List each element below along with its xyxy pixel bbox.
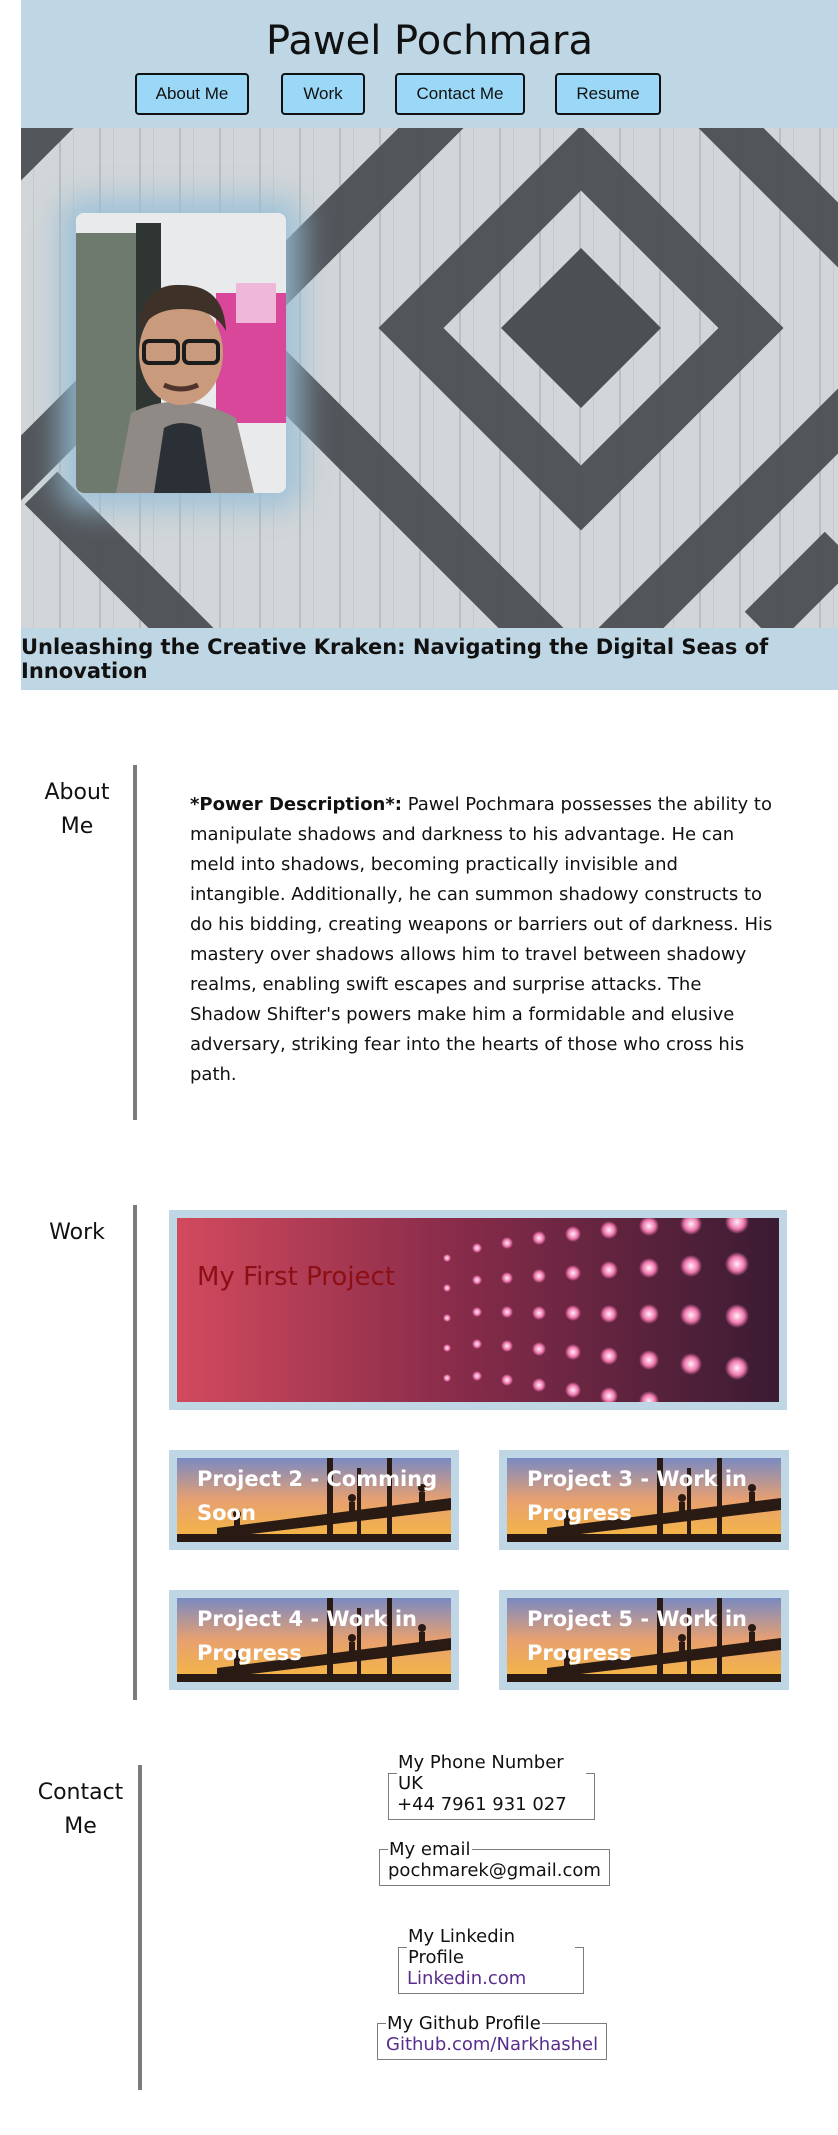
- about-heading-line2: Me: [60, 814, 94, 839]
- project-4-title: Project 4 - Work in Progress: [197, 1607, 417, 1665]
- phone-legend: My Phone Number UK: [398, 1752, 564, 1794]
- email-fieldset: My email pochmarek@gmail.com: [379, 1839, 610, 1886]
- phone-number: +44 7961 931 027: [397, 1794, 567, 1815]
- project-led-image: [177, 1218, 779, 1402]
- about-divider: [133, 765, 137, 1120]
- phone-fieldset: My Phone Number UK +44 7961 931 027: [388, 1752, 595, 1820]
- contact-divider: [138, 1765, 142, 2090]
- hero-banner: [21, 128, 838, 628]
- email-legend: My email: [389, 1839, 471, 1860]
- nav-resume-button[interactable]: Resume: [555, 73, 661, 115]
- nav-contact-button[interactable]: Contact Me: [395, 73, 525, 115]
- tagline: Unleashing the Creative Kraken: Navigati…: [21, 635, 769, 683]
- project-card-2[interactable]: Project 2 - Comming Soon: [169, 1450, 459, 1550]
- github-fieldset: My Github Profile Github.com/Narkhashel: [377, 2013, 608, 2060]
- project-card-main[interactable]: My First Project: [169, 1210, 787, 1410]
- github-link[interactable]: Github.com/Narkhashel: [386, 2034, 598, 2055]
- project-card-4[interactable]: Project 4 - Work in Progress: [169, 1590, 459, 1690]
- project-2-title: Project 2 - Comming Soon: [197, 1467, 438, 1525]
- site-header: Pawel Pochmara About Me Work Contact Me …: [21, 0, 838, 128]
- about-lead: *Power Description*:: [190, 794, 402, 815]
- nav-about-button[interactable]: About Me: [135, 73, 249, 115]
- work-heading: Work: [49, 1220, 105, 1245]
- project-3-title: Project 3 - Work in Progress: [527, 1467, 747, 1525]
- email-address: pochmarek@gmail.com: [388, 1860, 601, 1881]
- about-heading-line1: About: [44, 780, 110, 805]
- contact-heading: Contact Me: [33, 1776, 128, 1844]
- project-card-3[interactable]: Project 3 - Work in Progress: [499, 1450, 789, 1550]
- about-description: *Power Description*: Pawel Pochmara poss…: [190, 790, 775, 1090]
- nav-work-button[interactable]: Work: [281, 73, 365, 115]
- tagline-band: Unleashing the Creative Kraken: Navigati…: [21, 628, 838, 690]
- project-main-title: My First Project: [197, 1262, 396, 1292]
- about-heading: About Me: [37, 776, 117, 844]
- project-card-5[interactable]: Project 5 - Work in Progress: [499, 1590, 789, 1690]
- linkedin-legend: My Linkedin Profile: [408, 1926, 516, 1968]
- about-body: Pawel Pochmara possesses the ability to …: [190, 794, 773, 1085]
- github-legend: My Github Profile: [387, 2013, 541, 2034]
- main-nav: About Me Work Contact Me Resume: [21, 73, 838, 115]
- linkedin-link[interactable]: Linkedin.com: [407, 1968, 526, 1989]
- work-divider: [133, 1205, 137, 1700]
- contact-heading-line1: Contact: [37, 1780, 124, 1805]
- contact-heading-line2: Me: [64, 1814, 97, 1839]
- profile-photo: [76, 213, 286, 493]
- linkedin-fieldset: My Linkedin Profile Linkedin.com: [398, 1926, 584, 1994]
- project-5-title: Project 5 - Work in Progress: [527, 1607, 747, 1665]
- site-title: Pawel Pochmara: [266, 18, 593, 64]
